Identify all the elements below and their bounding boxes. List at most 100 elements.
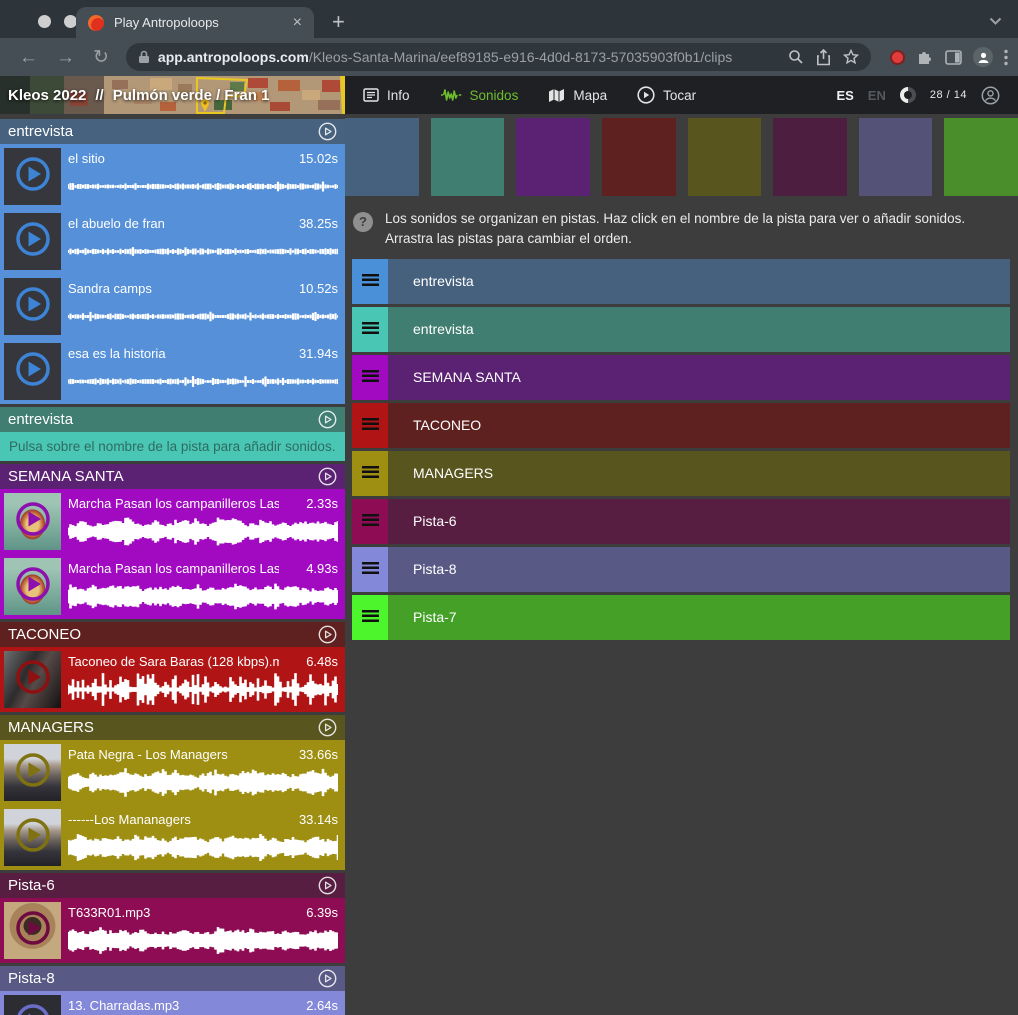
audio-clip[interactable]: esa es la historia31.94s — [0, 339, 345, 404]
audio-clip[interactable]: el abuelo de fran38.25s — [0, 209, 345, 274]
audio-clip[interactable]: el sitio15.02s — [0, 144, 345, 209]
play-track-button[interactable] — [318, 122, 337, 141]
track-color-swatch[interactable] — [431, 118, 505, 196]
drag-handle[interactable] — [352, 403, 388, 448]
band-photo[interactable] — [4, 809, 61, 866]
interview-placeholder[interactable] — [4, 213, 61, 270]
track-row[interactable]: Pista-7 — [352, 595, 1010, 640]
track-color-swatch[interactable] — [516, 118, 590, 196]
track-color-swatch[interactable] — [688, 118, 762, 196]
extensions-puzzle-icon[interactable] — [916, 48, 934, 66]
play-track-button[interactable] — [318, 718, 337, 737]
track-row-bar[interactable]: entrevista — [388, 259, 1010, 304]
guadalupe-image[interactable] — [4, 493, 61, 550]
side-panel-icon[interactable] — [945, 50, 962, 65]
interview-placeholder[interactable] — [4, 148, 61, 205]
track-header[interactable]: entrevista — [0, 119, 345, 144]
track-row[interactable]: Pista-6 — [352, 499, 1010, 544]
flamenco-photo[interactable] — [4, 651, 61, 708]
share-icon[interactable] — [816, 49, 831, 66]
track-row[interactable]: MANAGERS — [352, 451, 1010, 496]
play-track-button[interactable] — [318, 410, 337, 429]
track-header[interactable]: Pista-6 — [0, 873, 345, 898]
audio-clip[interactable]: Taconeo de Sara Baras (128 kbps).mp36.48… — [0, 647, 345, 712]
language-es[interactable]: ES — [836, 88, 853, 103]
track-row-bar[interactable]: Pista-8 — [388, 547, 1010, 592]
track-row[interactable]: entrevista — [352, 259, 1010, 304]
profile-avatar[interactable] — [973, 47, 993, 67]
browser-menu-icon[interactable] — [1004, 49, 1008, 66]
drag-handle[interactable] — [352, 595, 388, 640]
drag-handle[interactable] — [352, 547, 388, 592]
door-photo[interactable] — [4, 902, 61, 959]
nav-item-tocar[interactable]: Tocar — [637, 86, 696, 104]
track-header[interactable]: SEMANA SANTA — [0, 464, 345, 489]
nav-item-sonidos[interactable]: Sonidos — [440, 87, 519, 103]
window-close-button[interactable] — [38, 15, 51, 28]
new-tab-button[interactable]: + — [332, 9, 345, 35]
track-row-bar[interactable]: TACONEO — [388, 403, 1010, 448]
language-en[interactable]: EN — [868, 88, 886, 103]
band-photo[interactable] — [4, 744, 61, 801]
drag-handle[interactable] — [352, 259, 388, 304]
account-icon[interactable] — [981, 86, 1000, 105]
track-header[interactable]: MANAGERS — [0, 715, 345, 740]
track-row-bar[interactable]: Pista-6 — [388, 499, 1010, 544]
track-row-bar[interactable]: Pista-7 — [388, 595, 1010, 640]
address-bar[interactable]: app.antropoloops.com/Kleos-Santa-Marina/… — [126, 43, 871, 71]
track-row-bar[interactable]: SEMANA SANTA — [388, 355, 1010, 400]
track-row[interactable]: TACONEO — [352, 403, 1010, 448]
drag-handle-icon — [362, 274, 379, 288]
drag-handle[interactable] — [352, 499, 388, 544]
interview-placeholder[interactable] — [4, 278, 61, 335]
audio-clip[interactable]: 13. Charradas.mp32.64s — [0, 991, 345, 1015]
zoom-icon[interactable] — [788, 49, 804, 65]
track-color-swatch[interactable] — [773, 118, 847, 196]
audio-clip[interactable]: Sandra camps10.52s — [0, 274, 345, 339]
clip-waveform — [68, 765, 338, 800]
audio-clip[interactable]: Marcha Pasan los campanilleros Las Mejor… — [0, 554, 345, 619]
tab-title: Play Antropoloops — [114, 15, 287, 30]
tab-search-chevron-icon[interactable] — [989, 13, 1002, 31]
track-row[interactable]: entrevista — [352, 307, 1010, 352]
bookmark-star-icon[interactable] — [843, 49, 859, 65]
audio-clip[interactable]: Marcha Pasan los campanilleros Las Mejor… — [0, 489, 345, 554]
audio-clip[interactable]: ------Los Mananagers33.14s — [0, 805, 345, 870]
clip-play-icon — [13, 284, 53, 329]
track-row[interactable]: SEMANA SANTA — [352, 355, 1010, 400]
track-header[interactable]: Pista-8 — [0, 966, 345, 991]
track-row-bar[interactable]: entrevista — [388, 307, 1010, 352]
track-color-swatch[interactable] — [602, 118, 676, 196]
interview-placeholder[interactable] — [4, 343, 61, 400]
url-text: app.antropoloops.com/Kleos-Santa-Marina/… — [158, 49, 776, 65]
track-color-swatch[interactable] — [345, 118, 419, 196]
audio-clip[interactable]: Pata Negra - Los Managers33.66s — [0, 740, 345, 805]
drag-handle[interactable] — [352, 355, 388, 400]
dark-placeholder[interactable] — [4, 995, 61, 1015]
drag-handle[interactable] — [352, 307, 388, 352]
drag-handle[interactable] — [352, 451, 388, 496]
play-track-button[interactable] — [318, 969, 337, 988]
play-track-button[interactable] — [318, 876, 337, 895]
nav-item-info[interactable]: Info — [363, 88, 410, 103]
reload-button[interactable]: ↻ — [84, 48, 118, 67]
clip-play-icon — [13, 564, 53, 609]
browser-tab[interactable]: Play Antropoloops × — [76, 7, 314, 38]
track-header[interactable]: entrevista — [0, 407, 345, 432]
track-header[interactable]: TACONEO — [0, 622, 345, 647]
clip-waveform — [68, 514, 338, 549]
track-row-bar[interactable]: MANAGERS — [388, 451, 1010, 496]
tab-close-icon[interactable]: × — [293, 15, 302, 31]
audio-clip[interactable]: T633R01.mp36.39s — [0, 898, 345, 963]
track-color-swatch[interactable] — [944, 118, 1018, 196]
forward-button[interactable]: → — [47, 48, 84, 67]
nav-label-info: Info — [387, 88, 410, 103]
play-track-button[interactable] — [318, 625, 337, 644]
back-button[interactable]: ← — [10, 48, 47, 67]
nav-item-mapa[interactable]: Mapa — [548, 88, 607, 103]
track-color-swatch[interactable] — [859, 118, 933, 196]
record-extension-icon[interactable] — [890, 50, 905, 65]
track-row[interactable]: Pista-8 — [352, 547, 1010, 592]
play-track-button[interactable] — [318, 467, 337, 486]
guadalupe-image[interactable] — [4, 558, 61, 615]
